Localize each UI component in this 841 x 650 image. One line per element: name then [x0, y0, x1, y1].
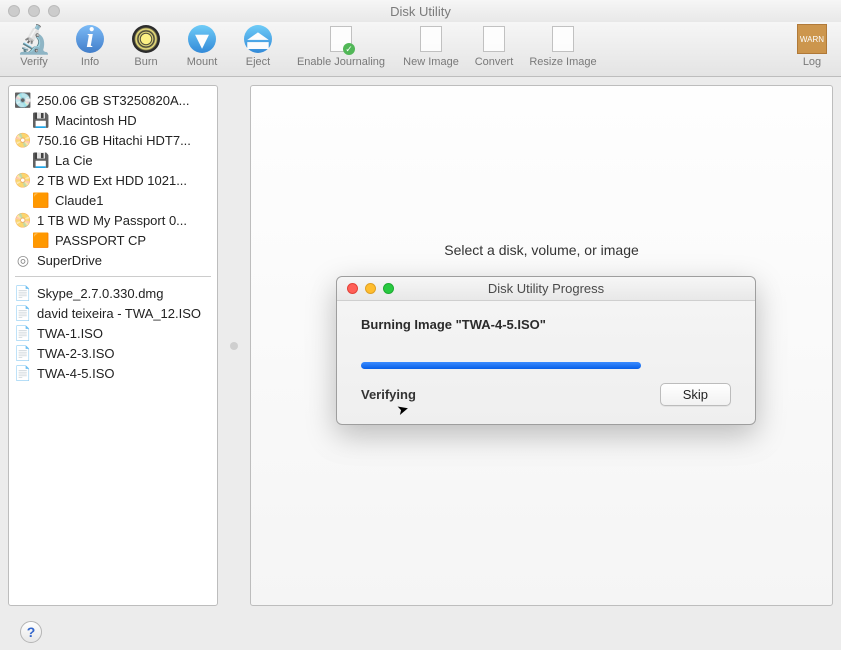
new-image-label: New Image [403, 56, 459, 68]
info-button[interactable]: i Info [62, 24, 118, 68]
sidebar-volume-label: PASSPORT CP [55, 233, 146, 248]
progress-status: Verifying [361, 387, 416, 402]
sidebar-image-label: Skype_2.7.0.330.dmg [37, 286, 163, 301]
progress-bar [361, 362, 641, 369]
sidebar-drive-label: 750.16 GB Hitachi HDT7... [37, 133, 191, 148]
convert-label: Convert [475, 56, 514, 68]
log-label: Log [803, 56, 821, 68]
eject-icon: ⏏ [243, 24, 273, 54]
dialog-titlebar[interactable]: Disk Utility Progress [337, 277, 755, 301]
resize-image-button[interactable]: Resize Image [522, 24, 604, 68]
sidebar-volume-label: Claude1 [55, 193, 103, 208]
sidebar-volume[interactable]: 🟧 Claude1 [11, 190, 215, 210]
sidebar-volume[interactable]: 🟧 PASSPORT CP [11, 230, 215, 250]
sidebar-drive-label: SuperDrive [37, 253, 102, 268]
new-image-button[interactable]: New Image [396, 24, 466, 68]
disk-image-icon: 📄 [15, 325, 31, 341]
sidebar-drive-label: 2 TB WD Ext HDD 1021... [37, 173, 187, 188]
enable-journaling-icon: ✓ [326, 24, 356, 54]
sidebar-image[interactable]: 📄 Skype_2.7.0.330.dmg [11, 283, 215, 303]
burn-icon [131, 24, 161, 54]
help-button[interactable]: ? [20, 621, 42, 643]
resize-image-icon [548, 24, 578, 54]
internal-drive-icon: 💽 [15, 92, 31, 108]
disk-image-icon: 📄 [15, 345, 31, 361]
convert-button[interactable]: Convert [466, 24, 522, 68]
dialog-heading: Burning Image "TWA-4-5.ISO" [361, 317, 731, 332]
new-image-icon [416, 24, 446, 54]
external-drive-icon: 📀 [15, 172, 31, 188]
enable-journaling-button[interactable]: ✓ Enable Journaling [286, 24, 396, 68]
sidebar-drive[interactable]: 💽 250.06 GB ST3250820A... [11, 90, 215, 110]
mount-label: Mount [187, 56, 218, 68]
sidebar-volume[interactable]: 💾 La Cie [11, 150, 215, 170]
sidebar-separator [15, 276, 211, 277]
verify-label: Verify [20, 56, 48, 68]
sidebar-drive-label: 250.06 GB ST3250820A... [37, 93, 190, 108]
sidebar-volume-label: La Cie [55, 153, 93, 168]
volume-icon: 💾 [33, 112, 49, 128]
sidebar-drive[interactable]: 📀 1 TB WD My Passport 0... [11, 210, 215, 230]
resize-image-label: Resize Image [529, 56, 596, 68]
disk-image-icon: 📄 [15, 305, 31, 321]
progress-dialog: Disk Utility Progress Burning Image "TWA… [336, 276, 756, 425]
main-panel: Select a disk, volume, or image Disk Uti… [250, 85, 833, 606]
sidebar-image-label: TWA-4-5.ISO [37, 366, 115, 381]
log-icon: WARN [797, 24, 827, 54]
sidebar-image-label: david teixeira - TWA_12.ISO [37, 306, 201, 321]
microscope-icon: 🔬 [19, 24, 49, 54]
sidebar-volume[interactable]: 💾 Macintosh HD [11, 110, 215, 130]
volume-icon: 🟧 [33, 192, 49, 208]
mount-icon: ▾ [187, 24, 217, 54]
info-icon: i [75, 24, 105, 54]
verify-button[interactable]: 🔬 Verify [6, 24, 62, 68]
sidebar-image[interactable]: 📄 TWA-2-3.ISO [11, 343, 215, 363]
skip-button[interactable]: Skip [660, 383, 731, 406]
progress-fill [361, 362, 641, 369]
external-drive-icon: 📀 [15, 212, 31, 228]
mount-button[interactable]: ▾ Mount [174, 24, 230, 68]
sidebar-image[interactable]: 📄 TWA-4-5.ISO [11, 363, 215, 383]
dialog-title: Disk Utility Progress [337, 281, 755, 296]
cursor-icon: ➤ [395, 400, 411, 419]
sidebar-image-label: TWA-2-3.ISO [37, 346, 115, 361]
volume-icon: 💾 [33, 152, 49, 168]
burn-label: Burn [134, 56, 157, 68]
sidebar-resize-handle[interactable] [230, 85, 238, 606]
toolbar: 🔬 Verify i Info Burn ▾ Mount ⏏ Eject ✓ E… [0, 22, 841, 77]
convert-icon [479, 24, 509, 54]
enable-journaling-label: Enable Journaling [297, 56, 385, 68]
disk-image-icon: 📄 [15, 285, 31, 301]
footer: ? [0, 614, 841, 650]
sidebar-image[interactable]: 📄 david teixeira - TWA_12.ISO [11, 303, 215, 323]
sidebar-image[interactable]: 📄 TWA-1.ISO [11, 323, 215, 343]
window-titlebar: Disk Utility [0, 0, 841, 22]
window-title: Disk Utility [0, 4, 841, 19]
sidebar-drive-label: 1 TB WD My Passport 0... [37, 213, 187, 228]
sidebar-volume-label: Macintosh HD [55, 113, 137, 128]
sidebar-image-label: TWA-1.ISO [37, 326, 103, 341]
burn-button[interactable]: Burn [118, 24, 174, 68]
eject-label: Eject [246, 56, 270, 68]
external-drive-icon: 📀 [15, 132, 31, 148]
sidebar-drive[interactable]: ◎ SuperDrive [11, 250, 215, 270]
disk-image-icon: 📄 [15, 365, 31, 381]
volume-icon: 🟧 [33, 232, 49, 248]
eject-button[interactable]: ⏏ Eject [230, 24, 286, 68]
optical-drive-icon: ◎ [15, 252, 31, 268]
sidebar-drive[interactable]: 📀 2 TB WD Ext HDD 1021... [11, 170, 215, 190]
sidebar[interactable]: 💽 250.06 GB ST3250820A... 💾 Macintosh HD… [8, 85, 218, 606]
log-button[interactable]: WARN Log [789, 24, 835, 68]
info-label: Info [81, 56, 99, 68]
main-placeholder: Select a disk, volume, or image [444, 242, 639, 258]
sidebar-drive[interactable]: 📀 750.16 GB Hitachi HDT7... [11, 130, 215, 150]
